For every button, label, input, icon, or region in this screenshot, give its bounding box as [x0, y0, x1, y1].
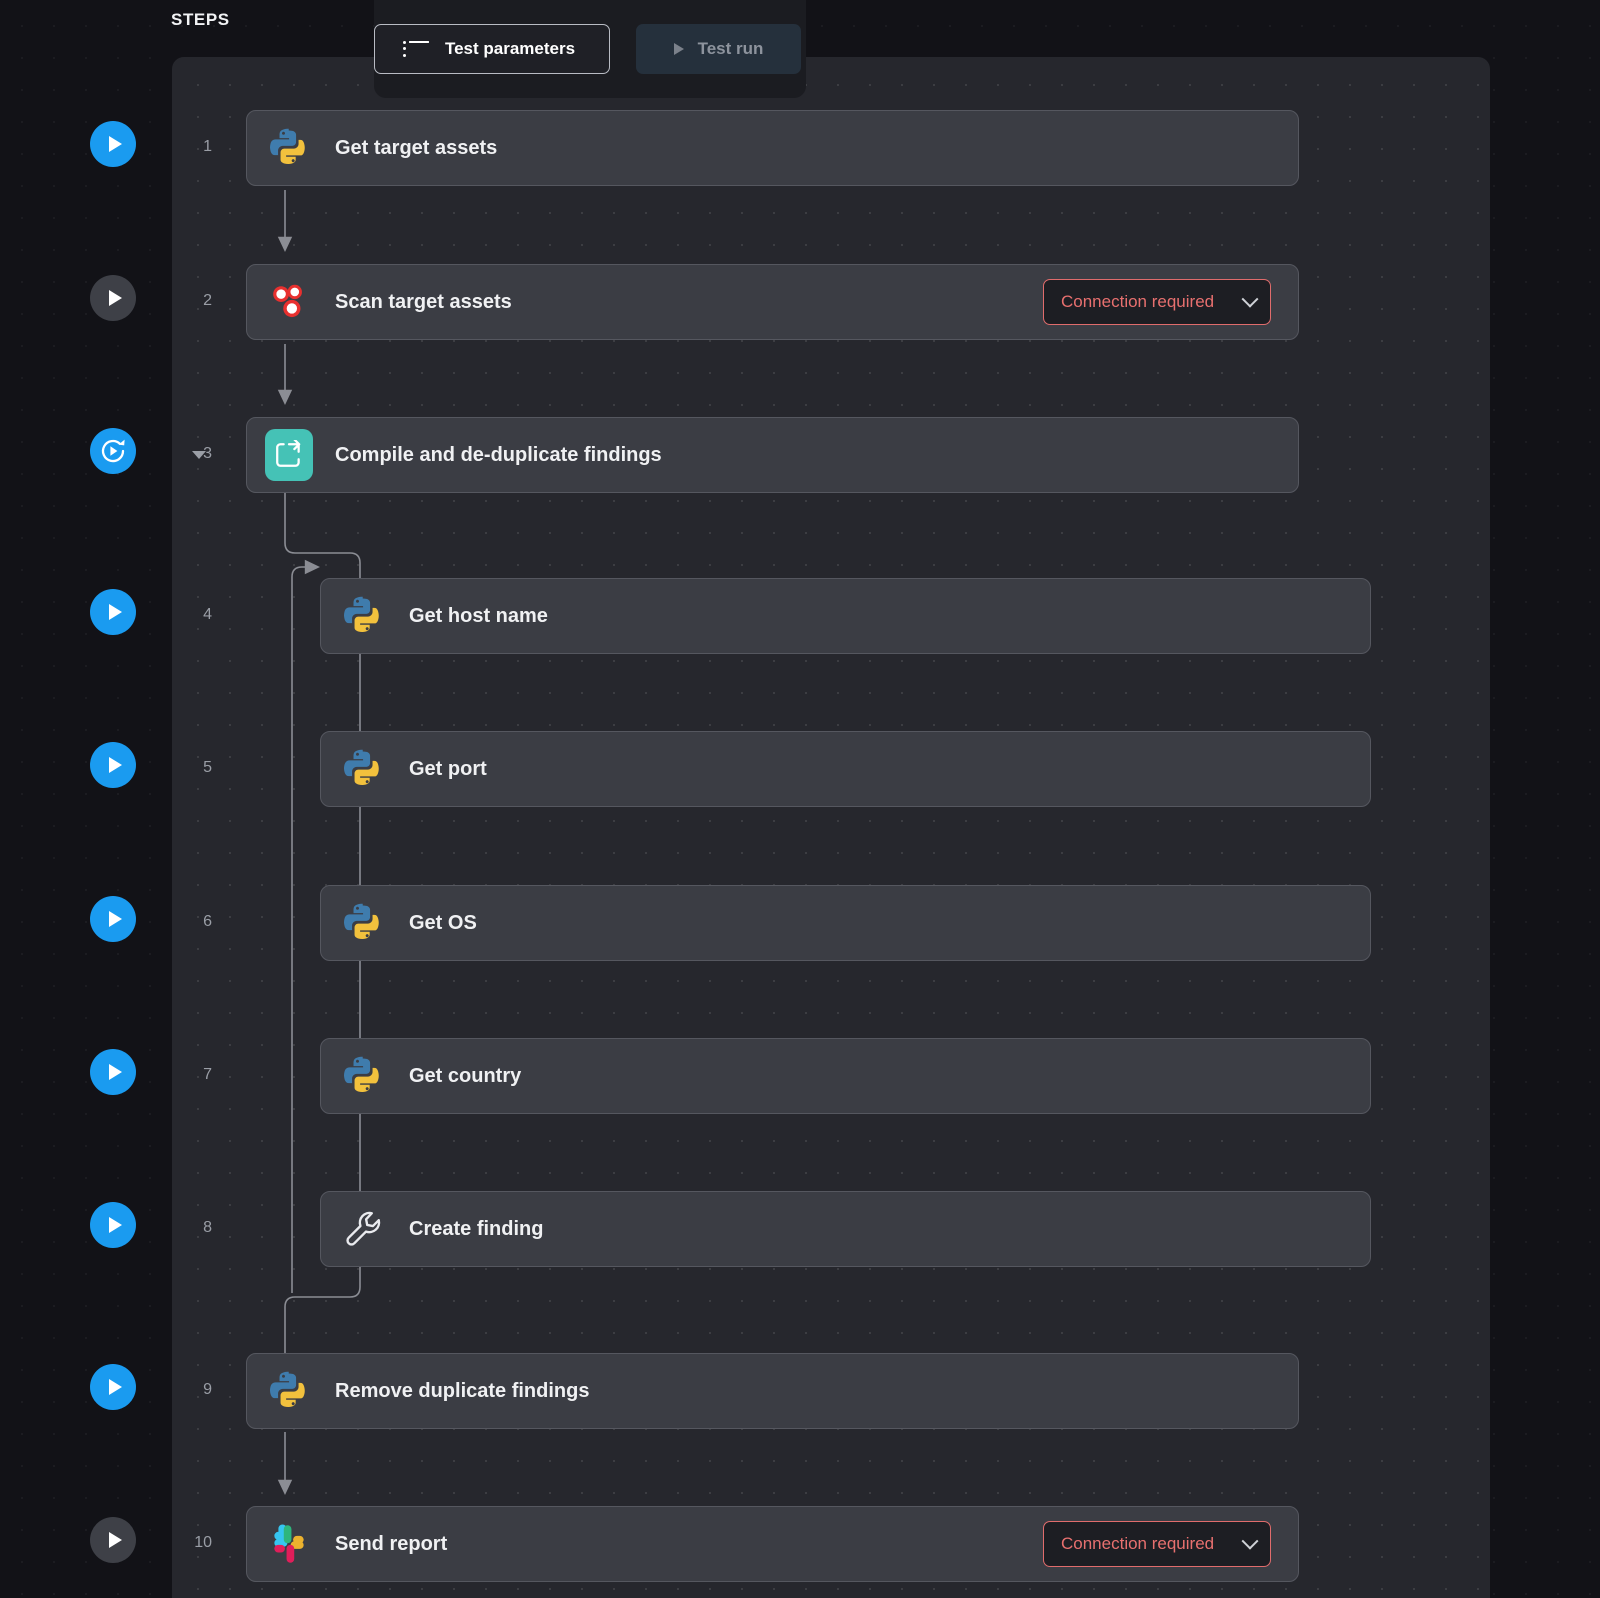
step-title: Get port: [409, 757, 487, 780]
python-icon: [339, 745, 387, 793]
play-icon: [108, 1217, 122, 1233]
run-step-1-button[interactable]: [90, 121, 136, 167]
run-step-3-button[interactable]: [90, 428, 136, 474]
step-title: Create finding: [409, 1217, 544, 1240]
test-parameters-button[interactable]: Test parameters: [374, 24, 610, 74]
play-icon: [108, 1532, 122, 1548]
step-number: 3: [203, 445, 212, 462]
step-number: 5: [203, 759, 212, 776]
play-icon: [108, 911, 122, 927]
play-icon: [673, 43, 684, 55]
chevron-down-icon: [1241, 290, 1259, 308]
loop-play-icon: [101, 439, 125, 463]
step-card[interactable]: Get host name: [320, 578, 1371, 654]
test-run-button[interactable]: Test run: [636, 24, 801, 74]
python-icon: [339, 899, 387, 947]
workflow-editor: STEPS Test parameters Test run 1 Get tar…: [0, 0, 1600, 1598]
page-title: STEPS: [171, 10, 230, 29]
step-title: Send report: [335, 1532, 448, 1555]
step-card[interactable]: Get target assets: [246, 110, 1299, 186]
connection-required-label: Connection required: [1061, 1534, 1215, 1553]
run-step-4-button[interactable]: [90, 589, 136, 635]
step-number: 9: [203, 1381, 212, 1398]
step-title: Remove duplicate findings: [335, 1379, 590, 1402]
step-number: 7: [203, 1066, 212, 1083]
connection-required-dropdown[interactable]: Connection required: [1043, 1521, 1271, 1567]
step-card[interactable]: Scan target assets Connection required: [246, 264, 1299, 340]
slack-icon: [265, 1520, 313, 1568]
run-step-7-button[interactable]: [90, 1049, 136, 1095]
python-icon: [339, 592, 387, 640]
connection-required-dropdown[interactable]: Connection required: [1043, 279, 1271, 325]
python-icon: [339, 1052, 387, 1100]
step-card[interactable]: Remove duplicate findings: [246, 1353, 1299, 1429]
step-title: Get OS: [409, 911, 477, 934]
test-parameters-label: Test parameters: [444, 39, 576, 58]
step-number: 4: [203, 606, 212, 623]
step-title: Scan target assets: [335, 290, 512, 313]
step-number: 8: [203, 1219, 212, 1236]
wrench-icon: [339, 1205, 387, 1253]
play-icon: [108, 604, 122, 620]
loop-icon: [265, 429, 313, 481]
step-number: 2: [203, 292, 212, 309]
run-step-5-button[interactable]: [90, 742, 136, 788]
step-title: Get country: [409, 1064, 522, 1087]
test-run-label: Test run: [697, 39, 764, 58]
chevron-down-icon: [1241, 1532, 1259, 1550]
step-title: Get target assets: [335, 136, 498, 159]
step-number: 10: [194, 1534, 212, 1551]
step-card[interactable]: Create finding: [320, 1191, 1371, 1267]
run-step-6-button[interactable]: [90, 896, 136, 942]
python-icon: [265, 124, 313, 172]
step-card[interactable]: Get country: [320, 1038, 1371, 1114]
play-icon: [108, 1064, 122, 1080]
play-icon: [108, 1379, 122, 1395]
loop-icon-badge: [265, 429, 313, 481]
step-card[interactable]: Send report Connection required: [246, 1506, 1299, 1582]
test-toolbar: Test parameters Test run: [374, 0, 806, 98]
step-card[interactable]: Get port: [320, 731, 1371, 807]
play-icon: [108, 290, 122, 306]
scanner-icon: [265, 278, 313, 326]
step-card[interactable]: Get OS: [320, 885, 1371, 961]
connection-required-label: Connection required: [1061, 292, 1215, 311]
python-icon: [265, 1367, 313, 1415]
play-icon: [108, 136, 122, 152]
step-number: 1: [203, 138, 212, 155]
run-step-2-button[interactable]: [90, 275, 136, 321]
list-icon: [402, 41, 429, 57]
run-step-10-button[interactable]: [90, 1517, 136, 1563]
play-icon: [108, 757, 122, 773]
step-number: 6: [203, 913, 212, 930]
run-step-8-button[interactable]: [90, 1202, 136, 1248]
step-card[interactable]: Compile and de-duplicate findings: [246, 417, 1299, 493]
run-step-9-button[interactable]: [90, 1364, 136, 1410]
step-title: Compile and de-duplicate findings: [335, 443, 662, 466]
step-title: Get host name: [409, 604, 548, 627]
